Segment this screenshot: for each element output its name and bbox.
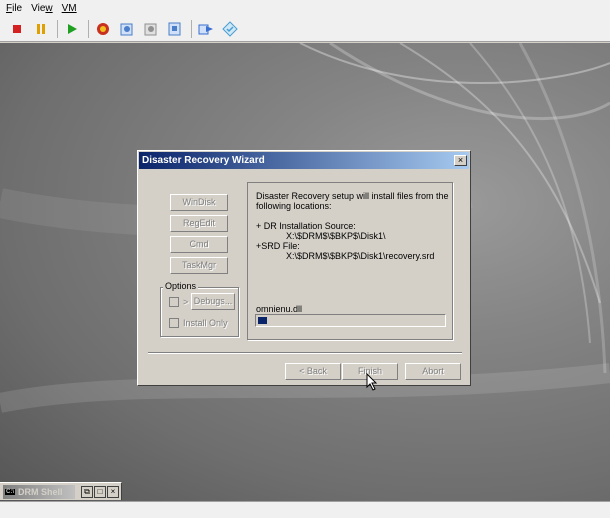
toolbar-separator — [191, 19, 192, 38]
reset-button[interactable] — [92, 18, 114, 40]
options-label: Options — [163, 281, 199, 291]
tools-button[interactable] — [219, 18, 241, 40]
toolbar — [0, 16, 610, 42]
reset-icon — [97, 22, 109, 35]
toolbar-separator — [57, 19, 58, 38]
drm-shell-window[interactable]: C:\ DRM Shell ⧉ □ × — [0, 482, 122, 500]
menu-bar: File View VM — [0, 0, 610, 16]
info-line-3: + DR Installation Source: — [256, 221, 356, 231]
dialog-title: Disaster Recovery Wizard — [142, 155, 265, 166]
stop-button[interactable] — [6, 18, 28, 40]
revert-button[interactable] — [140, 18, 162, 40]
close-window-button[interactable]: × — [107, 485, 119, 498]
regedit-button[interactable]: RegEdit — [170, 215, 228, 232]
menu-vm[interactable]: VM — [62, 3, 77, 14]
dialog-divider — [148, 352, 462, 354]
progress-fill — [258, 317, 267, 324]
menu-file[interactable]: File — [6, 3, 22, 14]
debugs-button[interactable]: Debugs... — [191, 293, 235, 310]
revert-icon — [144, 23, 157, 35]
cmd-button[interactable]: Cmd — [170, 236, 228, 253]
settings-icon — [168, 22, 181, 35]
info-line-5: +SRD File: — [256, 241, 300, 251]
snapshot-icon — [120, 23, 133, 35]
tools-icon — [222, 20, 238, 37]
back-button[interactable]: < Back — [285, 363, 341, 380]
taskmgr-button[interactable]: TaskMgr — [170, 257, 228, 274]
console-icon: C:\ — [5, 488, 15, 495]
status-bar — [0, 501, 610, 518]
info-line-4: X:\$DRM$\$BKP$\Disk1\ — [286, 231, 386, 241]
menu-view[interactable]: View — [31, 3, 53, 14]
vm-screen[interactable]: Disaster Recovery Wizard × WinDisk RegEd… — [0, 43, 610, 501]
debug-checkbox-label: > — [183, 297, 189, 307]
play-icon — [68, 23, 77, 34]
drm-shell-titlebar[interactable]: C:\ DRM Shell — [3, 484, 75, 499]
maximize-button[interactable]: □ — [94, 485, 106, 498]
abort-button[interactable]: Abort — [405, 363, 461, 380]
restore-button[interactable]: ⧉ — [81, 485, 93, 498]
dialog-titlebar[interactable]: Disaster Recovery Wizard × — [139, 152, 469, 169]
send-keys-button[interactable] — [195, 18, 217, 40]
stop-icon — [13, 24, 21, 33]
close-button[interactable]: × — [454, 155, 467, 166]
play-button[interactable] — [61, 18, 83, 40]
info-line-2: following locations: — [256, 201, 332, 211]
install-only-label: Install Only — [183, 318, 228, 328]
drm-shell-title: DRM Shell — [18, 486, 63, 497]
windisk-button[interactable]: WinDisk — [170, 194, 228, 211]
progress-bar — [255, 314, 446, 327]
debug-checkbox[interactable] — [169, 297, 179, 307]
info-line-1: Disaster Recovery setup will install fil… — [256, 191, 449, 201]
pause-icon — [37, 23, 45, 34]
settings-button[interactable] — [164, 18, 186, 40]
current-file-label: omnienu.dll — [256, 304, 303, 314]
install-only-checkbox[interactable] — [169, 318, 179, 328]
snapshot-button[interactable] — [116, 18, 138, 40]
send-keys-icon — [198, 24, 213, 34]
disaster-recovery-dialog: Disaster Recovery Wizard × WinDisk RegEd… — [137, 150, 471, 391]
pause-button[interactable] — [30, 18, 52, 40]
info-line-6: X:\$DRM$\$BKP$\Disk1\recovery.srd — [286, 251, 435, 261]
toolbar-separator — [88, 19, 89, 38]
mouse-cursor-icon — [366, 373, 378, 391]
